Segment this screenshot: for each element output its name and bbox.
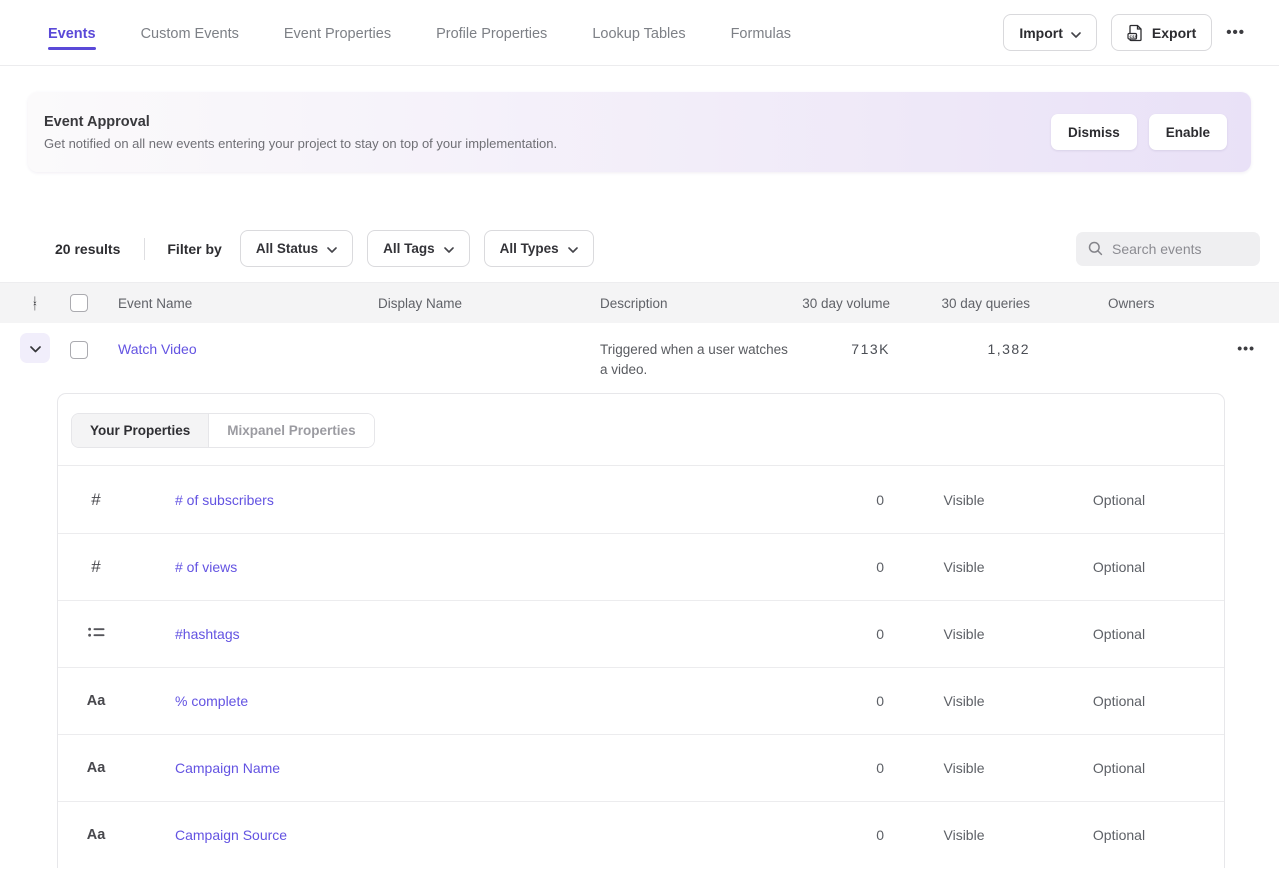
top-nav: Events Custom Events Event Properties Pr… <box>0 0 1279 66</box>
dismiss-button[interactable]: Dismiss <box>1051 114 1137 150</box>
number-icon: # <box>91 490 100 510</box>
import-button[interactable]: Import <box>1003 14 1097 51</box>
property-requirement: Optional <box>1044 492 1194 508</box>
chevron-down-icon <box>30 341 41 356</box>
import-button-label: Import <box>1019 25 1063 41</box>
property-visibility: Visible <box>884 559 1044 575</box>
properties-panel-header: Your Properties Mixpanel Properties <box>58 394 1224 466</box>
export-button-label: Export <box>1152 25 1196 41</box>
property-name-link[interactable]: Campaign Source <box>175 827 794 843</box>
events-table-header: ↓↑ Event Name Display Name Description 3… <box>0 282 1279 323</box>
enable-button[interactable]: Enable <box>1149 114 1227 150</box>
property-name-link[interactable]: # of views <box>175 559 794 575</box>
property-name-link[interactable]: Campaign Name <box>175 760 794 776</box>
header-description[interactable]: Description <box>600 296 790 311</box>
property-count: 0 <box>794 492 884 508</box>
banner-title: Event Approval <box>44 114 1051 130</box>
property-row: # # of views 0 Visible Optional <box>58 533 1224 600</box>
property-visibility: Visible <box>884 626 1044 642</box>
event-name-link[interactable]: Watch Video <box>118 341 197 357</box>
header-30-day-queries[interactable]: 30 day queries <box>890 296 1030 311</box>
chevron-down-icon <box>1071 25 1081 41</box>
text-icon: Aa <box>87 827 106 843</box>
all-types-label: All Types <box>500 241 559 256</box>
header-owners[interactable]: Owners <box>1030 296 1209 311</box>
property-visibility: Visible <box>884 693 1044 709</box>
table-row: Watch Video Triggered when a user watche… <box>0 323 1279 387</box>
banner-description: Get notified on all new events entering … <box>44 136 1051 151</box>
event-30-day-queries: 1,382 <box>987 341 1030 357</box>
property-count: 0 <box>794 693 884 709</box>
select-all-checkbox[interactable] <box>70 294 88 312</box>
header-event-name[interactable]: Event Name <box>118 296 378 311</box>
property-visibility: Visible <box>884 760 1044 776</box>
property-visibility: Visible <box>884 827 1044 843</box>
nav-actions: Import csv Export ••• <box>1003 14 1245 51</box>
export-button[interactable]: csv Export <box>1111 14 1212 51</box>
collapse-all-icon[interactable]: ↓↑ <box>32 296 38 310</box>
row-checkbox[interactable] <box>70 341 88 359</box>
property-requirement: Optional <box>1044 827 1194 843</box>
tab-lookup-tables[interactable]: Lookup Tables <box>592 3 685 62</box>
property-name-link[interactable]: # of subscribers <box>175 492 794 508</box>
chevron-down-icon <box>568 241 578 256</box>
number-icon: # <box>91 557 100 577</box>
search-input[interactable] <box>1112 241 1242 257</box>
tab-formulas[interactable]: Formulas <box>731 3 791 62</box>
more-menu-icon[interactable]: ••• <box>1226 25 1245 40</box>
all-status-label: All Status <box>256 241 318 256</box>
filter-bar: 20 results Filter by All Status All Tags… <box>55 230 1260 267</box>
search-icon <box>1088 241 1103 256</box>
property-requirement: Optional <box>1044 559 1194 575</box>
all-tags-dropdown[interactable]: All Tags <box>367 230 470 267</box>
property-count: 0 <box>794 626 884 642</box>
property-count: 0 <box>794 559 884 575</box>
banner-text: Event Approval Get notified on all new e… <box>44 114 1051 151</box>
row-more-icon[interactable]: ••• <box>1237 340 1255 356</box>
tab-profile-properties[interactable]: Profile Properties <box>436 3 547 62</box>
event-30-day-volume: 713K <box>851 341 890 357</box>
property-row: Aa Campaign Source 0 Visible Optional <box>58 801 1224 868</box>
property-row: Aa Campaign Name 0 Visible Optional <box>58 734 1224 801</box>
text-icon: Aa <box>87 693 106 709</box>
event-approval-banner: Event Approval Get notified on all new e… <box>28 92 1251 172</box>
property-count: 0 <box>794 760 884 776</box>
properties-tab-control: Your Properties Mixpanel Properties <box>71 413 375 448</box>
tab-mixpanel-properties[interactable]: Mixpanel Properties <box>209 414 373 447</box>
property-row: #hashtags 0 Visible Optional <box>58 600 1224 667</box>
property-row: # # of subscribers 0 Visible Optional <box>58 466 1224 533</box>
header-30-day-volume[interactable]: 30 day volume <box>790 296 890 311</box>
tab-events[interactable]: Events <box>48 3 96 62</box>
text-icon: Aa <box>87 760 106 776</box>
csv-file-icon: csv <box>1127 24 1144 42</box>
chevron-down-icon <box>444 241 454 256</box>
property-requirement: Optional <box>1044 626 1194 642</box>
nav-tabs: Events Custom Events Event Properties Pr… <box>48 3 1003 62</box>
tab-your-properties[interactable]: Your Properties <box>72 414 209 447</box>
search-box <box>1076 232 1260 266</box>
properties-panel: Your Properties Mixpanel Properties # # … <box>57 393 1225 868</box>
filter-by-label: Filter by <box>167 241 221 257</box>
property-name-link[interactable]: #hashtags <box>175 626 794 642</box>
chevron-down-icon <box>327 241 337 256</box>
property-name-link[interactable]: % complete <box>175 693 794 709</box>
property-requirement: Optional <box>1044 760 1194 776</box>
all-types-dropdown[interactable]: All Types <box>484 230 594 267</box>
property-requirement: Optional <box>1044 693 1194 709</box>
list-icon <box>88 627 105 641</box>
all-status-dropdown[interactable]: All Status <box>240 230 353 267</box>
property-row: Aa % complete 0 Visible Optional <box>58 667 1224 734</box>
property-count: 0 <box>794 827 884 843</box>
header-display-name[interactable]: Display Name <box>378 296 600 311</box>
all-tags-label: All Tags <box>383 241 435 256</box>
property-visibility: Visible <box>884 492 1044 508</box>
results-count: 20 results <box>55 241 120 257</box>
tab-event-properties[interactable]: Event Properties <box>284 3 391 62</box>
divider <box>144 238 145 260</box>
tab-custom-events[interactable]: Custom Events <box>141 3 239 62</box>
collapse-row-button[interactable] <box>20 333 50 363</box>
svg-text:csv: csv <box>1129 34 1138 39</box>
event-description: Triggered when a user watches a video. <box>600 342 788 377</box>
